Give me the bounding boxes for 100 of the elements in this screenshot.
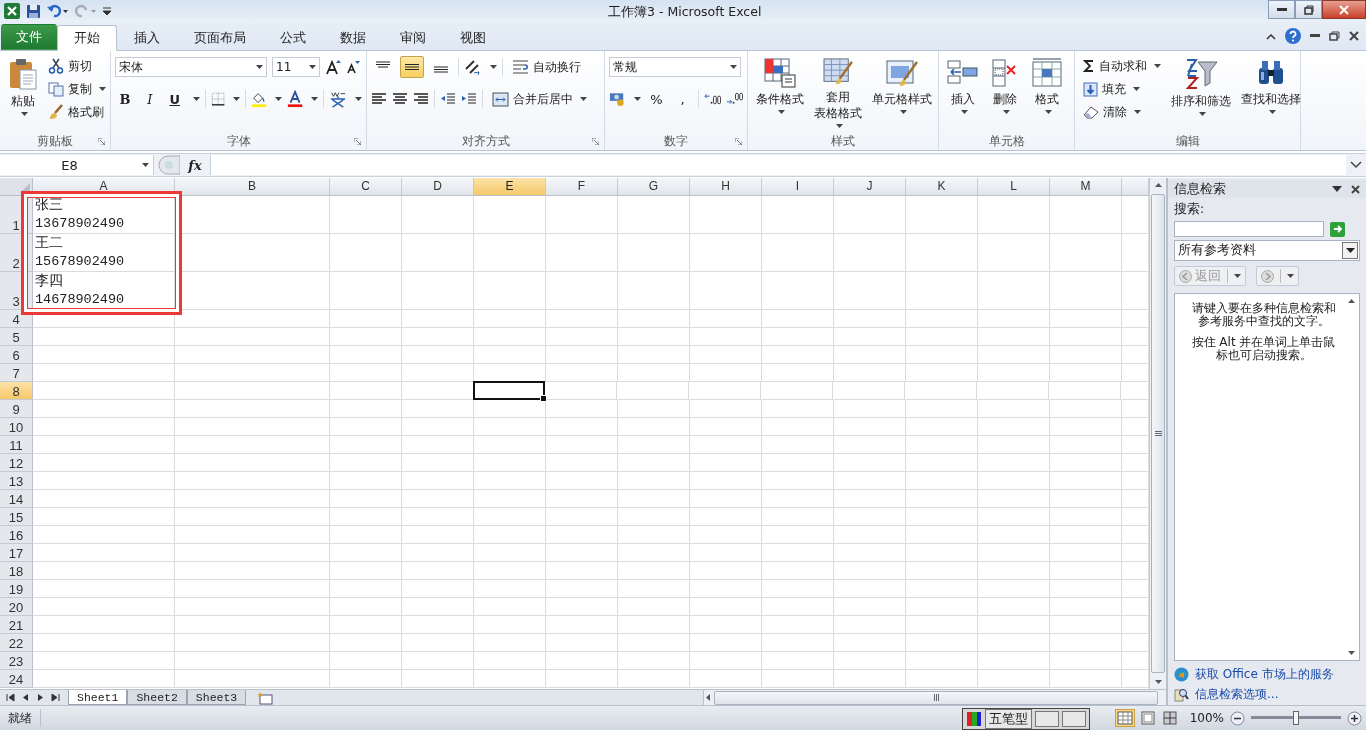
insert-cells-button[interactable]: 插入 [943,55,983,131]
normal-view-icon[interactable] [1115,710,1134,726]
shrink-font-icon[interactable] [346,60,360,74]
conditional-formatting-button[interactable]: 条件格式 [752,55,808,131]
font-size-field[interactable]: 11 [272,57,320,77]
column-header[interactable]: L [978,178,1050,196]
ribbon-tab[interactable]: 视图 [443,25,503,51]
scroll-down-icon[interactable] [1348,651,1355,655]
increase-indent-icon[interactable] [461,92,477,106]
row-header[interactable]: 24 [0,670,33,688]
save-icon[interactable] [26,3,41,19]
vertical-align-button[interactable] [400,56,424,78]
resize-handle-icon[interactable] [158,155,180,175]
help-icon[interactable] [1285,28,1301,44]
find-select-button[interactable]: 查找和选择 [1237,55,1305,131]
scroll-down-icon[interactable] [1154,680,1162,684]
ribbon-tab[interactable]: 公式 [263,25,323,51]
sheet-tab[interactable]: Sheet3 [186,690,247,705]
ribbon-tab[interactable]: 审阅 [383,25,443,51]
pane-link[interactable]: 获取 Office 市场上的服务 [1195,666,1334,683]
text-orientation-icon[interactable] [464,59,482,75]
formula-field[interactable] [210,155,1346,175]
italic-button[interactable]: I [139,89,160,109]
search-field[interactable] [1174,221,1324,237]
underline-button[interactable]: U [164,89,185,109]
dialog-launcher-icon[interactable] [354,138,361,145]
minimize-ribbon-icon[interactable] [1266,32,1276,40]
zoom-out-button[interactable] [1230,710,1245,726]
column-header[interactable]: E [474,178,546,196]
column-header[interactable]: F [546,178,618,196]
customize-menu-icon[interactable] [103,6,111,16]
reference-source-dropdown[interactable]: 所有参考资料 [1174,240,1360,261]
ribbon-tab[interactable]: 数据 [323,25,383,51]
sort-filter-button[interactable]: 排序和筛选 [1167,55,1235,131]
dialog-launcher-icon[interactable] [98,138,105,145]
column-header[interactable]: B [175,178,330,196]
sheet-tab[interactable]: Sheet1 [68,690,128,705]
zoom-in-button[interactable] [1347,710,1362,726]
align-center-icon[interactable] [392,92,408,106]
row-header[interactable]: 8 [0,382,33,400]
select-all-button[interactable] [0,178,33,196]
dialog-launcher-icon[interactable] [592,138,599,145]
file-tab[interactable]: 文件 [1,24,57,50]
column-header[interactable]: C [330,178,402,196]
autosum-button[interactable]: 自动求和 [1079,55,1165,77]
align-left-icon[interactable] [371,92,387,106]
row-header[interactable]: 17 [0,544,33,562]
font-name-field[interactable]: 宋体 [115,57,267,77]
column-header[interactable]: G [618,178,690,196]
column-header[interactable]: K [906,178,978,196]
merge-center-button[interactable]: 合并后居中 [488,88,591,110]
row-header[interactable]: 7 [0,364,33,382]
page-layout-icon[interactable] [1139,710,1156,726]
close-button[interactable] [1322,0,1366,19]
grow-font-icon[interactable] [325,59,341,75]
percent-button[interactable]: % [646,89,667,109]
bold-button[interactable]: B [115,89,135,109]
delete-cells-button[interactable]: 删除 [985,55,1025,131]
font-color-icon[interactable] [287,90,304,108]
dialog-launcher-icon[interactable] [735,138,742,145]
currency-icon[interactable] [609,91,627,107]
fill-button[interactable]: 填充 [1079,78,1165,100]
row-header[interactable]: 5 [0,328,33,346]
wrap-text-button[interactable]: 自动换行 [508,56,585,78]
align-right-icon[interactable] [413,92,429,106]
scroll-left-icon[interactable] [706,694,710,701]
row-header[interactable]: 15 [0,508,33,526]
borders-icon[interactable] [210,91,225,107]
ime-option-button[interactable] [1062,711,1086,727]
decrease-decimal-icon[interactable] [725,92,743,106]
cell-styles-button[interactable]: 单元格样式 [868,55,936,131]
number-format-field[interactable]: 常规 [609,57,741,77]
close-icon[interactable] [1349,31,1359,41]
format-painter-button[interactable]: 格式刷 [44,101,110,123]
row-header[interactable]: 6 [0,346,33,364]
cut-button[interactable]: 剪切 [44,55,110,77]
row-header[interactable]: 21 [0,616,33,634]
phonetic-guide-icon[interactable] [329,90,347,108]
decrease-indent-icon[interactable] [440,92,456,106]
format-cells-button[interactable]: 格式 [1027,55,1067,131]
close-icon[interactable] [1351,184,1360,194]
minimize-icon[interactable] [1310,34,1320,38]
ribbon-tab[interactable]: 页面布局 [177,25,263,51]
pane-menu-icon[interactable] [1332,186,1342,192]
row-header[interactable]: 23 [0,652,33,670]
spreadsheet-logo-icon[interactable] [4,3,20,19]
restore-icon[interactable] [1329,31,1340,41]
pane-link[interactable]: 信息检索选项... [1195,686,1279,703]
ime-toolbar[interactable]: 五笔型 [962,708,1090,730]
zoom-thumb[interactable] [1293,711,1299,725]
column-header[interactable]: I [762,178,834,196]
format-as-table-button[interactable]: 套用 表格格式 [810,55,866,131]
sheet-nav-button[interactable] [51,693,60,702]
copy-button[interactable]: 复制 [44,78,110,100]
zoom-level[interactable]: 100% [1189,711,1224,725]
row-header[interactable]: 11 [0,436,33,454]
fill-handle[interactable] [540,395,547,402]
scroll-up-icon[interactable] [1348,299,1355,303]
undo-icon[interactable] [47,4,69,18]
insert-sheet-icon[interactable] [256,690,275,705]
